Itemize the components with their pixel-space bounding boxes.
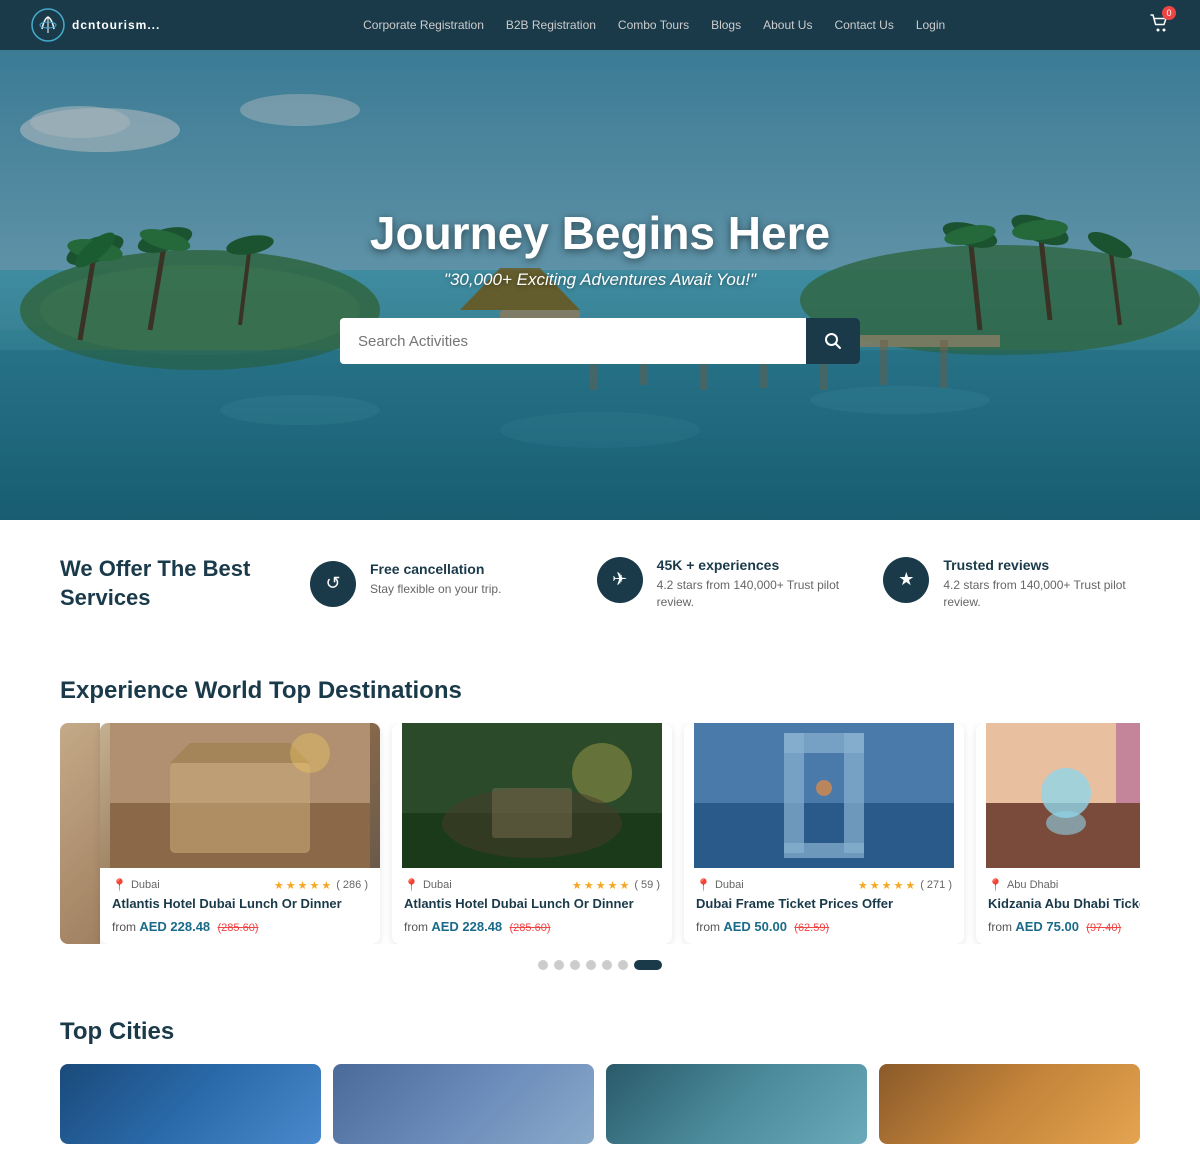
service-cancellation-desc: Stay flexible on your trip.	[370, 581, 501, 598]
card-3-title: Dubai Frame Ticket Prices Offer	[696, 896, 952, 913]
card-2-location: 📍 Dubai	[404, 878, 452, 892]
dot-7-active[interactable]	[634, 960, 662, 970]
nav-contact[interactable]: Contact Us	[834, 18, 893, 32]
services-title: We Offer The Best Services	[60, 555, 280, 612]
dot-5[interactable]	[602, 960, 612, 970]
carousel-dots	[60, 960, 1140, 970]
nav-combo[interactable]: Combo Tours	[618, 18, 689, 32]
city-card-3[interactable]	[606, 1064, 867, 1144]
nav-about[interactable]: About Us	[763, 18, 812, 32]
search-input[interactable]	[340, 319, 806, 364]
hero-content: Journey Begins Here "30,000+ Exciting Ad…	[340, 206, 860, 364]
nav-b2b[interactable]: B2B Registration	[506, 18, 596, 32]
card-1-title: Atlantis Hotel Dubai Lunch Or Dinner	[112, 896, 368, 913]
navbar-right: 0	[1148, 12, 1170, 39]
top-cities-title: Top Cities	[60, 1018, 1140, 1046]
cart-count: 0	[1162, 6, 1176, 20]
nav-login[interactable]: Login	[916, 18, 945, 32]
city-card-1[interactable]	[60, 1064, 321, 1144]
card-4-price: from AED 75.00 (97.40)	[988, 919, 1140, 934]
card-3-reviews: ( 271 )	[920, 879, 952, 891]
card-4-title: Kidzania Abu Dhabi Tickets	[988, 896, 1140, 913]
services-section: We Offer The Best Services ↺ Free cancel…	[0, 520, 1200, 647]
hero-section: Journey Begins Here "30,000+ Exciting Ad…	[0, 50, 1200, 520]
nav-corporate[interactable]: Corporate Registration	[363, 18, 484, 32]
navbar: dcntourism... Corporate Registration B2B…	[0, 0, 1200, 50]
partial-card-left	[60, 723, 100, 944]
service-experiences-desc: 4.2 stars from 140,000+ Trust pilot revi…	[657, 577, 854, 611]
top-cities-section: Top Cities	[0, 998, 1200, 1154]
cart-button[interactable]: 0	[1148, 12, 1170, 39]
dest-card-1[interactable]: 📍 Dubai ★ ★ ★ ★ ★ ( 286 ) Atlantis Hotel	[100, 723, 380, 944]
destinations-cards-row: 📍 Dubai ★ ★ ★ ★ ★ ( 286 ) Atlantis Hotel	[60, 723, 1140, 944]
service-cancellation: ↺ Free cancellation Stay flexible on you…	[280, 561, 567, 607]
search-button[interactable]	[806, 318, 860, 364]
dot-2[interactable]	[554, 960, 564, 970]
service-experiences-title: 45K + experiences	[657, 557, 854, 573]
card-2-title: Atlantis Hotel Dubai Lunch Or Dinner	[404, 896, 660, 913]
city-card-2[interactable]	[333, 1064, 594, 1144]
logo[interactable]: dcntourism...	[30, 7, 160, 43]
dot-1[interactable]	[538, 960, 548, 970]
card-2-price: from AED 228.48 (285.60)	[404, 919, 660, 934]
experiences-icon: ✈	[597, 557, 643, 603]
card-1-location: 📍 Dubai	[112, 878, 160, 892]
card-2-reviews: ( 59 )	[634, 879, 660, 891]
card-3-price: from AED 50.00 (62.59)	[696, 919, 952, 934]
card-1-reviews: ( 286 )	[336, 879, 368, 891]
hero-search-bar	[340, 318, 860, 364]
dot-3[interactable]	[570, 960, 580, 970]
city-card-4[interactable]	[879, 1064, 1140, 1144]
service-cancellation-title: Free cancellation	[370, 561, 501, 577]
destinations-title: Experience World Top Destinations	[60, 677, 1140, 705]
service-reviews: ★ Trusted reviews 4.2 stars from 140,000…	[853, 557, 1140, 611]
nav-blogs[interactable]: Blogs	[711, 18, 741, 32]
hero-title: Journey Begins Here	[340, 206, 860, 260]
card-1-price: from AED 228.48 (285.60)	[112, 919, 368, 934]
reviews-icon: ★	[883, 557, 929, 603]
dest-card-3[interactable]: 📍 Dubai ★ ★ ★ ★ ★ ( 271 ) Dubai Frame Ti…	[684, 723, 964, 944]
logo-text: dcntourism...	[72, 18, 160, 32]
card-4-location: 📍 Abu Dhabi	[988, 878, 1058, 892]
hero-subtitle: "30,000+ Exciting Adventures Await You!"	[340, 270, 860, 290]
dest-card-4[interactable]: 📍 Abu Dhabi ★ ★ ★ ★ ( 1 ) Kidzania Abu D…	[976, 723, 1140, 944]
destinations-cards-container: 📍 Dubai ★ ★ ★ ★ ★ ( 286 ) Atlantis Hotel	[60, 723, 1140, 944]
service-experiences: ✈ 45K + experiences 4.2 stars from 140,0…	[567, 557, 854, 611]
dot-4[interactable]	[586, 960, 596, 970]
service-reviews-title: Trusted reviews	[943, 557, 1140, 573]
card-3-location: 📍 Dubai	[696, 878, 744, 892]
dest-card-2[interactable]: 📍 Dubai ★ ★ ★ ★ ★ ( 59 ) Atlantis Hotel …	[392, 723, 672, 944]
dot-6[interactable]	[618, 960, 628, 970]
destinations-section: Experience World Top Destinations	[0, 647, 1200, 998]
cancellation-icon: ↺	[310, 561, 356, 607]
nav-links: Corporate Registration B2B Registration …	[363, 18, 945, 32]
cities-row	[60, 1064, 1140, 1144]
service-reviews-desc: 4.2 stars from 140,000+ Trust pilot revi…	[943, 577, 1140, 611]
